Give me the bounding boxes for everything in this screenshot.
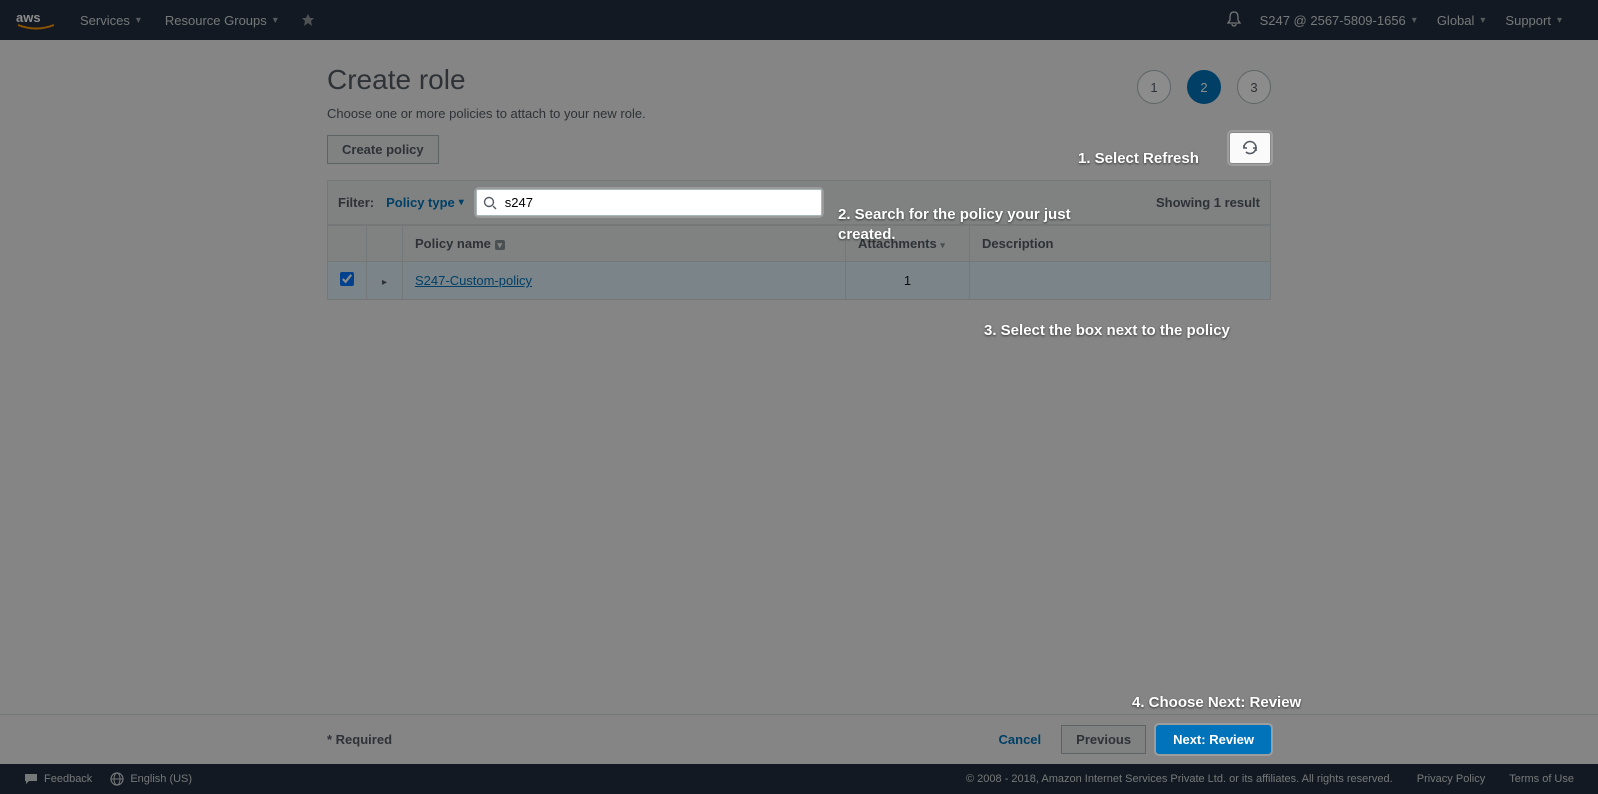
nav-support-label: Support xyxy=(1505,13,1551,28)
search-icon xyxy=(483,196,497,210)
nav-account-label: S247 @ 2567-5809-1656 xyxy=(1260,13,1406,28)
col-attachments[interactable]: Attachments ▾ xyxy=(845,226,969,262)
refresh-icon xyxy=(1242,140,1258,156)
policy-name-link[interactable]: S247-Custom-policy xyxy=(415,273,532,288)
language-selector[interactable]: English (US) xyxy=(110,772,192,786)
policy-table: Policy name ▾ Attachments ▾ Description … xyxy=(327,225,1271,300)
privacy-policy-link[interactable]: Privacy Policy xyxy=(1417,773,1485,785)
svg-text:aws: aws xyxy=(16,10,41,25)
step-2[interactable]: 2 xyxy=(1187,70,1221,104)
refresh-button[interactable] xyxy=(1229,132,1271,164)
sort-caret-icon: ▾ xyxy=(495,240,506,250)
feedback-label: Feedback xyxy=(44,773,92,785)
pin-icon[interactable] xyxy=(302,14,314,26)
caret-down-icon: ▾ xyxy=(273,15,278,26)
step-1[interactable]: 1 xyxy=(1137,70,1171,104)
caret-down-icon: ▾ xyxy=(459,197,464,208)
create-policy-button[interactable]: Create policy xyxy=(327,135,439,164)
legal-footer: Feedback English (US) © 2008 - 2018, Ama… xyxy=(0,764,1598,794)
nav-services-label: Services xyxy=(80,13,130,28)
page-title: Create role xyxy=(327,64,1271,96)
nav-region-label: Global xyxy=(1437,13,1475,28)
col-expand xyxy=(367,226,403,262)
nav-account[interactable]: S247 @ 2567-5809-1656 ▾ xyxy=(1260,13,1417,28)
cancel-button[interactable]: Cancel xyxy=(999,732,1042,747)
col-policy-name[interactable]: Policy name ▾ xyxy=(403,226,846,262)
step-3[interactable]: 3 xyxy=(1237,70,1271,104)
filter-bar: Filter: Policy type ▾ Showing 1 result xyxy=(327,180,1271,225)
sort-caret-icon: ▾ xyxy=(940,240,945,250)
caret-down-icon: ▾ xyxy=(1412,15,1417,26)
filter-type-dropdown[interactable]: Policy type ▾ xyxy=(386,195,464,210)
search-box xyxy=(476,189,822,216)
search-input[interactable] xyxy=(476,189,822,216)
main-container: 1 2 3 Create role Choose one or more pol… xyxy=(327,64,1271,300)
row-attachments: 1 xyxy=(904,273,911,288)
expand-caret-icon[interactable]: ▸ xyxy=(382,277,387,288)
refresh-row xyxy=(327,132,1271,164)
feedback-link[interactable]: Feedback xyxy=(24,772,92,786)
nav-region[interactable]: Global ▾ xyxy=(1437,13,1486,28)
table-row[interactable]: ▸ S247-Custom-policy 1 xyxy=(328,262,1271,300)
nav-resource-groups[interactable]: Resource Groups ▾ xyxy=(165,13,278,28)
next-review-button[interactable]: Next: Review xyxy=(1156,725,1271,754)
nav-services[interactable]: Services ▾ xyxy=(80,13,141,28)
filter-type-label: Policy type xyxy=(386,195,455,210)
action-footer: * Required Cancel Previous Next: Review xyxy=(0,714,1598,764)
notification-bell-icon[interactable] xyxy=(1226,11,1242,30)
step-indicator: 1 2 3 xyxy=(1137,70,1271,104)
chat-icon xyxy=(24,772,38,786)
required-label: * Required xyxy=(327,732,392,747)
globe-icon xyxy=(110,772,124,786)
previous-button[interactable]: Previous xyxy=(1061,725,1146,754)
copyright-text: © 2008 - 2018, Amazon Internet Services … xyxy=(966,773,1393,785)
col-policy-name-label: Policy name xyxy=(415,236,491,251)
caret-down-icon: ▾ xyxy=(1480,15,1485,26)
nav-resource-groups-label: Resource Groups xyxy=(165,13,267,28)
page-body: 1 2 3 Create role Choose one or more pol… xyxy=(0,40,1598,764)
aws-logo: aws xyxy=(16,8,56,32)
page-subtitle: Choose one or more policies to attach to… xyxy=(327,106,1271,121)
col-description[interactable]: Description xyxy=(969,226,1270,262)
col-description-label: Description xyxy=(982,236,1054,251)
caret-down-icon: ▾ xyxy=(1557,15,1562,26)
row-checkbox[interactable] xyxy=(340,272,354,286)
language-label: English (US) xyxy=(130,773,192,785)
nav-support[interactable]: Support ▾ xyxy=(1505,13,1562,28)
top-nav: aws Services ▾ Resource Groups ▾ S247 @ … xyxy=(0,0,1598,40)
filter-label: Filter: xyxy=(338,195,374,210)
col-attachments-label: Attachments xyxy=(858,236,937,251)
caret-down-icon: ▾ xyxy=(136,15,141,26)
terms-of-use-link[interactable]: Terms of Use xyxy=(1509,773,1574,785)
col-checkbox xyxy=(328,226,367,262)
showing-results: Showing 1 result xyxy=(1156,195,1260,210)
